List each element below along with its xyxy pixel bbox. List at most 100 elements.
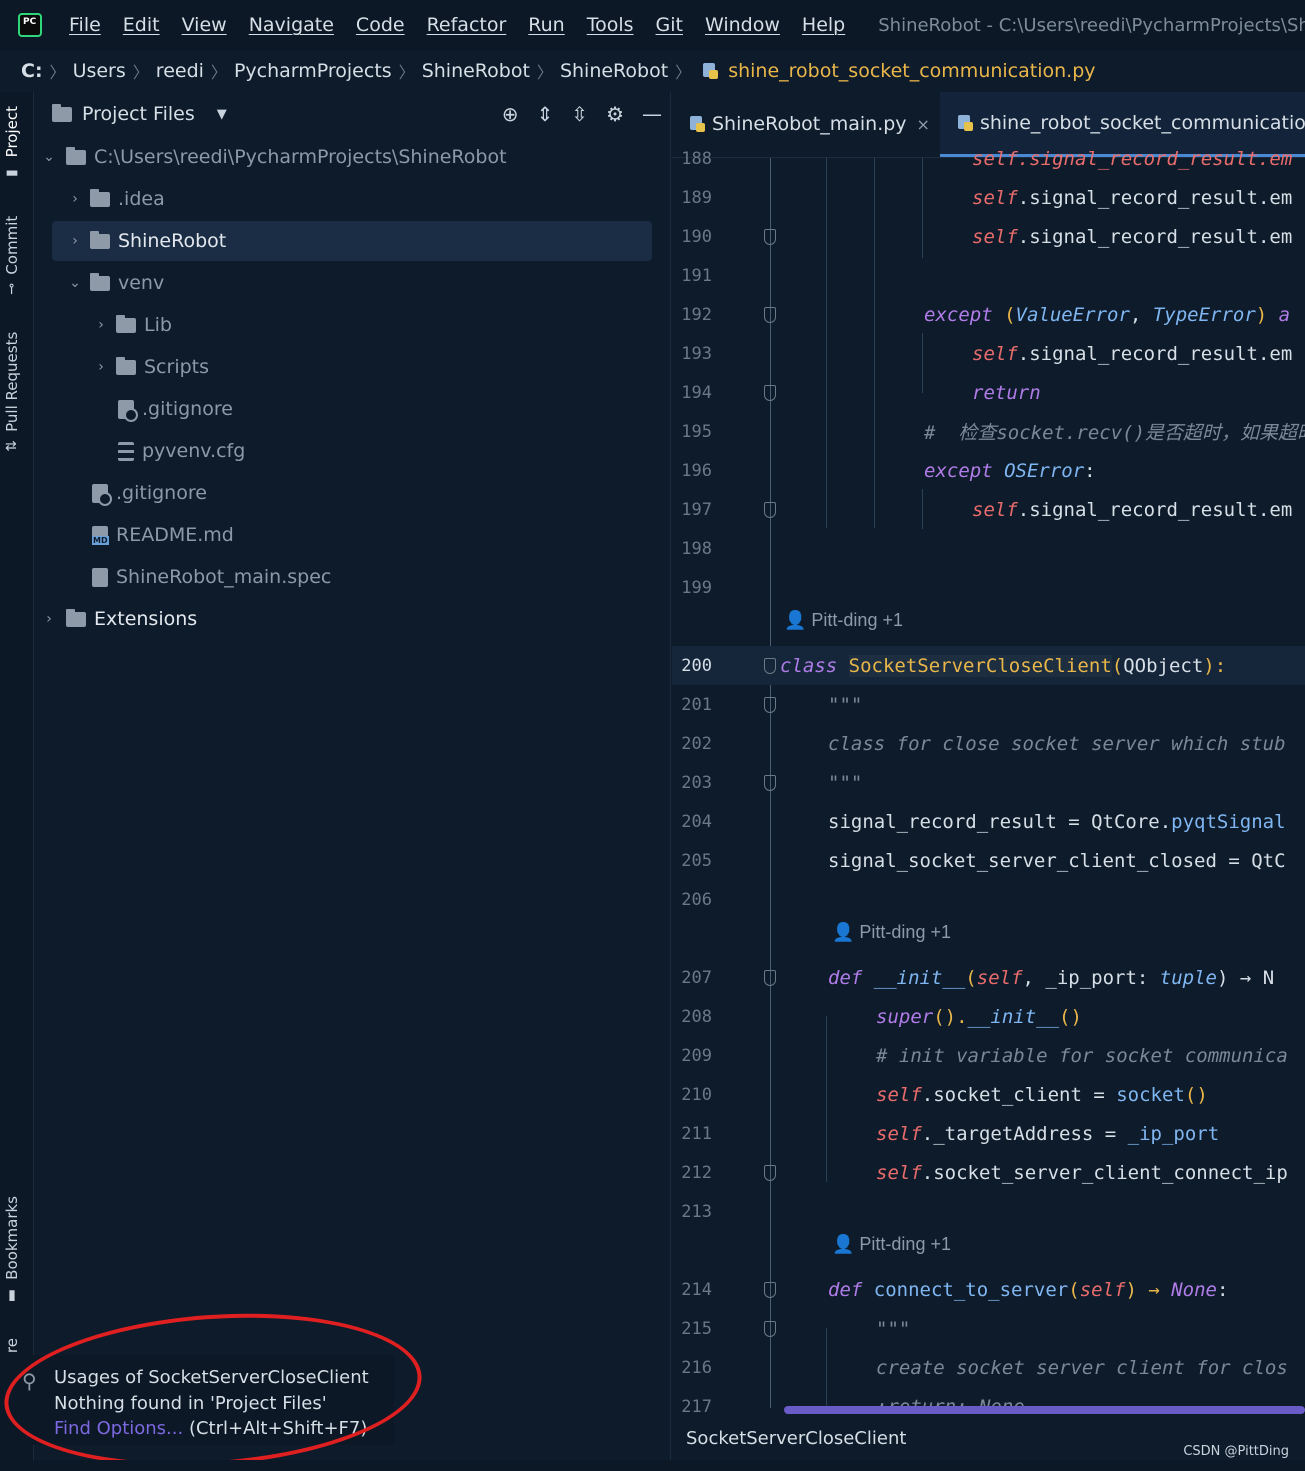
menu-run[interactable]: Run — [528, 14, 564, 36]
code-author-hint[interactable]: 👤 Pitt-ding +1 — [832, 922, 951, 943]
folder-icon — [66, 608, 86, 627]
chevron-down-icon[interactable]: ⌄ — [66, 275, 84, 291]
commit-tool-tab[interactable]: ⊸ Commit — [3, 216, 21, 295]
project-view-title[interactable]: Project Files — [82, 103, 195, 125]
chevron-right-icon: 〉 — [210, 63, 227, 82]
breadcrumb-shinerobot[interactable]: ShineRobot — [419, 60, 533, 82]
code-line: 194 return — [672, 373, 1305, 412]
breadcrumb-users[interactable]: Users — [70, 60, 129, 82]
watermark: CSDN @PittDing — [1183, 1444, 1289, 1459]
menu-view[interactable]: View — [182, 14, 227, 36]
python-file-icon — [956, 114, 974, 132]
code-area[interactable]: 188 self.signal_record_result.em 189 sel… — [672, 148, 1305, 1417]
code-line: 196 except OSError: — [672, 451, 1305, 490]
tree-item-root[interactable]: ⌄ C:\Users\reedi\PycharmProjects\ShineRo… — [40, 137, 640, 177]
bookmarks-tool-tab[interactable]: ▮ Bookmarks — [3, 1196, 21, 1304]
folder-icon — [90, 272, 110, 291]
tree-item-label: venv — [118, 272, 165, 294]
tree-item-venv[interactable]: ⌄ venv — [66, 263, 666, 303]
gear-icon[interactable]: ⚙ — [606, 102, 624, 126]
pull-requests-tool-tab[interactable]: ⇅ Pull Requests — [3, 332, 21, 452]
python-file-icon — [688, 115, 706, 133]
tree-item-scripts[interactable]: › Scripts — [92, 347, 692, 387]
code-line: 198 — [672, 529, 1305, 568]
chevron-down-icon[interactable]: ⌄ — [40, 149, 58, 165]
folder-icon — [116, 356, 136, 375]
tree-item-readme[interactable]: README.md — [92, 515, 692, 555]
structure-tool-tab[interactable]: re — [3, 1338, 21, 1353]
code-author-hint[interactable]: 👤 Pitt-ding +1 — [784, 610, 903, 631]
line-number: 208 — [681, 1006, 712, 1027]
code-line: 201 """ — [672, 685, 1305, 724]
menu-help[interactable]: Help — [802, 14, 845, 36]
line-number: 201 — [681, 694, 712, 715]
menu-refactor[interactable]: Refactor — [427, 14, 507, 36]
tree-item-label: .gitignore — [142, 398, 233, 420]
chevron-right-icon[interactable]: › — [92, 359, 110, 375]
chevron-right-icon[interactable]: › — [40, 611, 58, 627]
editor-breadcrumb-status[interactable]: SocketServerCloseClient — [686, 1428, 906, 1449]
menu-window[interactable]: Window — [705, 14, 780, 36]
line-number: 194 — [681, 382, 712, 403]
breadcrumb-file[interactable]: shine_robot_socket_communication.py — [725, 60, 1098, 82]
gitignore-file-icon — [118, 399, 138, 422]
close-icon[interactable]: × — [917, 115, 930, 134]
tree-item-root-gitignore[interactable]: .gitignore — [92, 473, 692, 513]
breadcrumb-reedi[interactable]: reedi — [153, 60, 207, 82]
fold-marker-icon[interactable] — [764, 502, 776, 518]
tree-item-pyvenv-cfg[interactable]: pyvenv.cfg — [118, 431, 718, 471]
code-line: 206 — [672, 880, 1305, 919]
commit-icon: ⊸ — [4, 282, 20, 295]
menu-edit[interactable]: Edit — [123, 14, 160, 36]
fold-marker-icon[interactable] — [764, 1282, 776, 1298]
chevron-down-icon[interactable]: ▼ — [217, 107, 227, 122]
fold-marker-icon[interactable] — [764, 385, 776, 401]
fold-marker-icon[interactable] — [764, 697, 776, 713]
code-line: 188 self.signal_record_result.em — [672, 139, 1305, 178]
breadcrumb-drive[interactable]: C: — [18, 60, 46, 82]
folder-icon — [90, 230, 110, 249]
tree-item-shinerobot[interactable]: › ShineRobot — [52, 221, 652, 261]
menu-code[interactable]: Code — [356, 14, 405, 36]
menu-git[interactable]: Git — [656, 14, 683, 36]
tree-item-idea[interactable]: › .idea — [66, 179, 666, 219]
fold-marker-icon[interactable] — [764, 307, 776, 323]
fold-marker-icon[interactable] — [764, 229, 776, 245]
tree-item-lib[interactable]: › Lib — [92, 305, 692, 345]
folder-icon — [116, 314, 136, 333]
minimize-icon[interactable]: — — [642, 102, 662, 126]
fold-marker-icon[interactable] — [764, 658, 776, 674]
locate-icon[interactable]: ⊕ — [502, 102, 519, 126]
tree-item-extensions[interactable]: › Extensions — [40, 599, 640, 639]
line-number: 203 — [681, 772, 712, 793]
code-author-hint[interactable]: 👤 Pitt-ding +1 — [832, 1234, 951, 1255]
line-number: 212 — [681, 1162, 712, 1183]
fold-marker-icon[interactable] — [764, 1165, 776, 1181]
menu-navigate[interactable]: Navigate — [249, 14, 334, 36]
chevron-right-icon[interactable]: › — [66, 191, 84, 207]
fold-marker-icon[interactable] — [764, 970, 776, 986]
line-number: 213 — [681, 1201, 712, 1222]
project-panel: Project Files ▼ ⊕ ⇕ ⇳ ⚙ — ⌄ C:\Users\ree… — [34, 92, 671, 1471]
fold-marker-icon[interactable] — [764, 775, 776, 791]
menu-tools[interactable]: Tools — [587, 14, 634, 36]
breadcrumb-pycharmprojects[interactable]: PycharmProjects — [231, 60, 395, 82]
tree-item-label: pyvenv.cfg — [142, 440, 246, 462]
tree-item-label: README.md — [116, 524, 234, 546]
expand-all-icon[interactable]: ⇕ — [537, 102, 554, 126]
tree-item-spec[interactable]: ShineRobot_main.spec — [92, 557, 692, 597]
project-tool-tab[interactable]: ▬ Project — [3, 106, 21, 181]
horizontal-scrollbar[interactable] — [784, 1406, 1305, 1414]
chevron-right-icon[interactable]: › — [66, 233, 84, 249]
code-line: 215 """ — [672, 1309, 1305, 1348]
collapse-all-icon[interactable]: ⇳ — [571, 102, 588, 126]
folder-icon — [66, 146, 86, 165]
text-file-icon — [92, 567, 108, 587]
breadcrumb-shinerobot-pkg[interactable]: ShineRobot — [557, 60, 671, 82]
fold-marker-icon[interactable] — [764, 1321, 776, 1337]
line-number: 196 — [681, 460, 712, 481]
chevron-right-icon[interactable]: › — [92, 317, 110, 333]
menu-file[interactable]: File — [69, 14, 101, 36]
tree-item-label: ShineRobot_main.spec — [116, 566, 332, 588]
tree-item-venv-gitignore[interactable]: .gitignore — [118, 389, 718, 429]
